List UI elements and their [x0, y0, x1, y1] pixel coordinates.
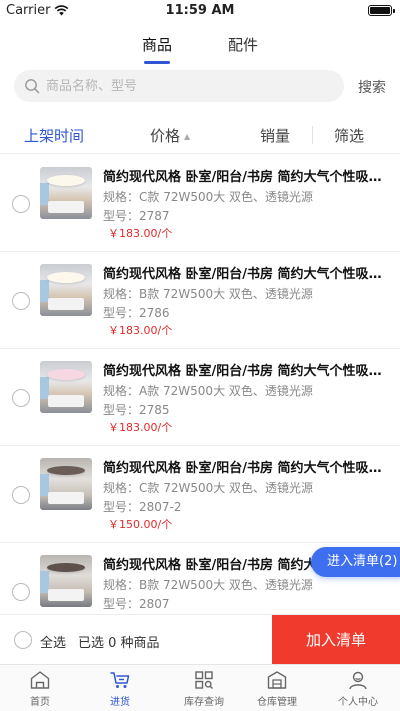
tab-products[interactable]: 商品: [142, 34, 173, 64]
select-all-radio[interactable]: [14, 631, 32, 649]
select-radio[interactable]: [12, 583, 30, 601]
tab-purchase-label: 进货: [110, 697, 130, 708]
product-title[interactable]: 简约现代风格 卧室/阳台/书房 简约大气个性吸顶灯: [103, 166, 383, 185]
select-radio[interactable]: [12, 292, 30, 310]
sort-bar: 上架时间 价格 ▲ 销量 筛选: [0, 116, 400, 154]
tab-inventory-label: 库存查询: [184, 697, 224, 708]
product-image[interactable]: [40, 361, 92, 413]
sort-price-label: 价格: [150, 127, 181, 145]
product-spec: 规格：C款 72W500大 双色、透镜光源: [103, 190, 314, 204]
tab-home-label: 首页: [30, 697, 50, 708]
product-price: ￥183.00/个: [108, 421, 173, 434]
warehouse-icon: [267, 671, 287, 689]
select-radio[interactable]: [12, 486, 30, 504]
product-model: 型号：2785: [103, 403, 170, 417]
tab-products-label: 商品: [142, 36, 173, 54]
add-to-list-button[interactable]: 加入清单: [272, 615, 400, 665]
tab-purchase[interactable]: 进货: [80, 669, 160, 708]
product-spec: 规格：A款 72W500大 双色、透镜光源: [103, 384, 313, 398]
divider: [312, 126, 313, 144]
search-input[interactable]: [46, 70, 336, 102]
active-tab-indicator: [144, 61, 170, 64]
product-model: 型号：2786: [103, 306, 170, 320]
tab-profile[interactable]: 个人中心: [318, 669, 398, 708]
tab-accessories-label: 配件: [228, 36, 259, 54]
search-row: 搜索: [0, 70, 400, 104]
inventory-icon: [195, 671, 213, 689]
select-radio[interactable]: [12, 195, 30, 213]
product-model: 型号：2787: [103, 209, 170, 223]
sort-sales[interactable]: 销量: [260, 125, 290, 146]
action-bar: 全选 已选 0 种商品 加入清单: [0, 614, 400, 665]
product-price: ￥150.00/个: [108, 518, 173, 531]
product-title[interactable]: 简约现代风格 卧室/阳台/书房 简约大气个性吸顶灯: [103, 263, 383, 282]
tab-profile-label: 个人中心: [338, 697, 378, 708]
cart-icon: [110, 672, 130, 688]
tab-home[interactable]: 首页: [0, 669, 80, 708]
home-icon: [30, 671, 50, 689]
product-row[interactable]: 简约现代风格 卧室/阳台/书房 简约大气个性吸顶灯 规格：A款 72W500大 …: [0, 349, 400, 446]
selected-count: 已选 0 种商品: [78, 636, 160, 651]
product-row[interactable]: 简约现代风格 卧室/阳台/书房 简约大气个性吸顶灯 规格：C款 72W500大 …: [0, 446, 400, 543]
product-price: ￥183.00/个: [108, 324, 173, 337]
product-price: ￥183.00/个: [108, 227, 173, 240]
sort-arrow-icon: ▲: [184, 132, 191, 141]
product-image[interactable]: [40, 167, 92, 219]
product-image[interactable]: [40, 264, 92, 316]
enter-list-button[interactable]: 进入清单(2): [311, 547, 400, 577]
select-all-label[interactable]: 全选: [40, 632, 66, 651]
filter-button[interactable]: 筛选: [334, 125, 364, 146]
category-tabs: 商品 配件: [0, 30, 400, 64]
status-bar: Carrier 11:59 AM: [0, 0, 400, 22]
product-row[interactable]: 简约现代风格 卧室/阳台/书房 简约大气个性吸顶灯 规格：B款 72W500大 …: [0, 252, 400, 349]
tab-warehouse-label: 仓库管理: [257, 697, 297, 708]
product-spec: 规格：C款 72W500大 双色、透镜光源: [103, 481, 314, 495]
tab-inventory[interactable]: 库存查询: [164, 669, 244, 708]
product-row[interactable]: 简约现代风格 卧室/阳台/书房 简约大气个性吸顶灯 规格：C款 72W500大 …: [0, 155, 400, 252]
product-model: 型号：2807: [103, 597, 170, 611]
product-spec: 规格：B款 72W500大 双色、透镜光源: [103, 578, 313, 592]
product-image[interactable]: [40, 458, 92, 510]
sort-listing-time[interactable]: 上架时间: [24, 125, 84, 146]
product-title[interactable]: 简约现代风格 卧室/阳台/书房 简约大气个性吸顶灯: [103, 457, 383, 476]
product-title[interactable]: 简约现代风格 卧室/阳台/书房 简约大气个性吸顶灯: [103, 360, 383, 379]
select-radio[interactable]: [12, 389, 30, 407]
tab-accessories[interactable]: 配件: [228, 34, 258, 55]
bottom-tab-bar: 首页 进货 库存查询 仓库管理 个人中心: [0, 664, 400, 711]
battery-icon: [368, 5, 395, 16]
sort-price[interactable]: 价格 ▲: [150, 125, 190, 146]
search-icon: [25, 79, 40, 94]
product-image[interactable]: [40, 555, 92, 607]
tab-warehouse[interactable]: 仓库管理: [237, 669, 317, 708]
product-model: 型号：2807-2: [103, 500, 182, 514]
product-spec: 规格：B款 72W500大 双色、透镜光源: [103, 287, 313, 301]
profile-icon: [349, 671, 367, 690]
search-button[interactable]: 搜索: [358, 77, 386, 97]
search-box[interactable]: [14, 70, 344, 102]
clock: 11:59 AM: [165, 3, 235, 18]
